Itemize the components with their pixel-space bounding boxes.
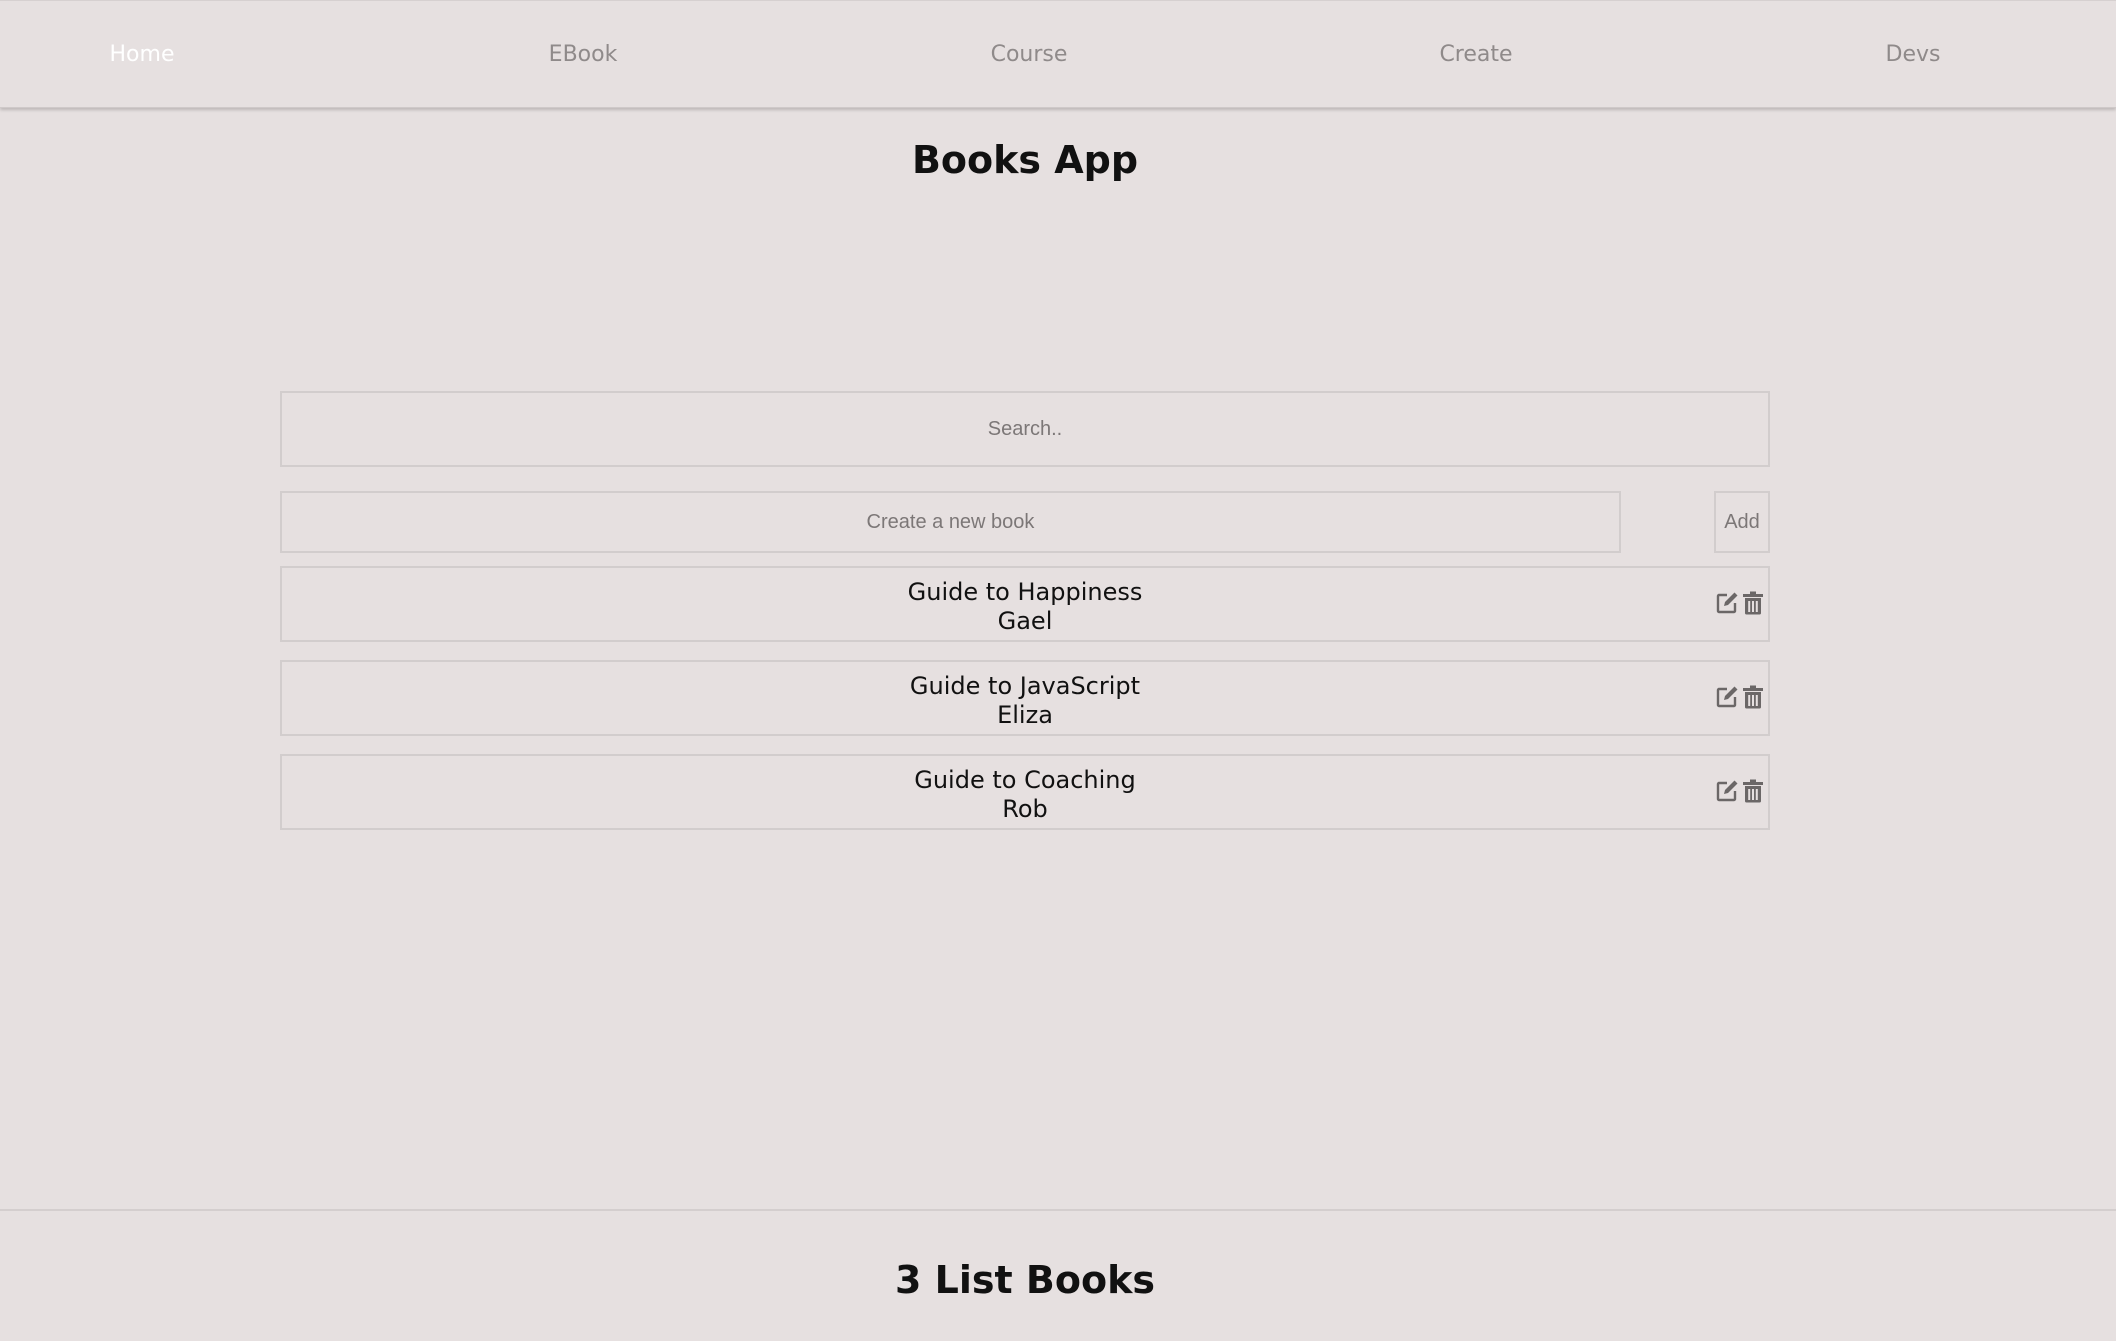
book-title: Guide to Happiness: [907, 578, 1143, 606]
book-info: Guide to Coaching Rob: [282, 766, 1768, 824]
book-list-item: Guide to JavaScript Eliza: [280, 660, 1770, 736]
nav-devs-link[interactable]: Devs: [1886, 41, 1941, 69]
book-author: Rob: [1002, 795, 1048, 823]
edit-icon[interactable]: [1714, 683, 1740, 711]
nav-create-link[interactable]: Create: [1439, 41, 1512, 69]
nav-ebook-link[interactable]: EBook: [549, 41, 618, 69]
top-navbar: Home EBook Course Create Devs: [0, 0, 2116, 108]
book-title: Guide to JavaScript: [909, 672, 1141, 700]
book-list-item: Guide to Coaching Rob: [280, 754, 1770, 830]
book-author: Eliza: [997, 701, 1053, 729]
page-title: Books App: [911, 138, 1139, 182]
trash-icon[interactable]: [1740, 589, 1766, 617]
book-info: Guide to JavaScript Eliza: [282, 672, 1768, 730]
edit-icon[interactable]: [1714, 777, 1740, 805]
footer: 3 List Books: [0, 1209, 2116, 1341]
book-actions: [1714, 589, 1766, 617]
book-title: Guide to Coaching: [914, 766, 1136, 794]
book-actions: [1714, 683, 1766, 711]
edit-icon[interactable]: [1714, 589, 1740, 617]
add-book-button[interactable]: Add: [1714, 491, 1770, 553]
book-info: Guide to Happiness Gael: [282, 578, 1768, 636]
trash-icon[interactable]: [1740, 683, 1766, 711]
search-input[interactable]: [280, 391, 1770, 467]
book-author: Gael: [997, 607, 1053, 635]
nav-home-link[interactable]: Home: [110, 41, 175, 69]
book-actions: [1714, 777, 1766, 805]
nav-course-link[interactable]: Course: [991, 41, 1068, 69]
trash-icon[interactable]: [1740, 777, 1766, 805]
book-count-title: 3 List Books: [895, 1258, 1155, 1302]
book-list-item: Guide to Happiness Gael: [280, 566, 1770, 642]
create-book-input[interactable]: [280, 491, 1621, 553]
